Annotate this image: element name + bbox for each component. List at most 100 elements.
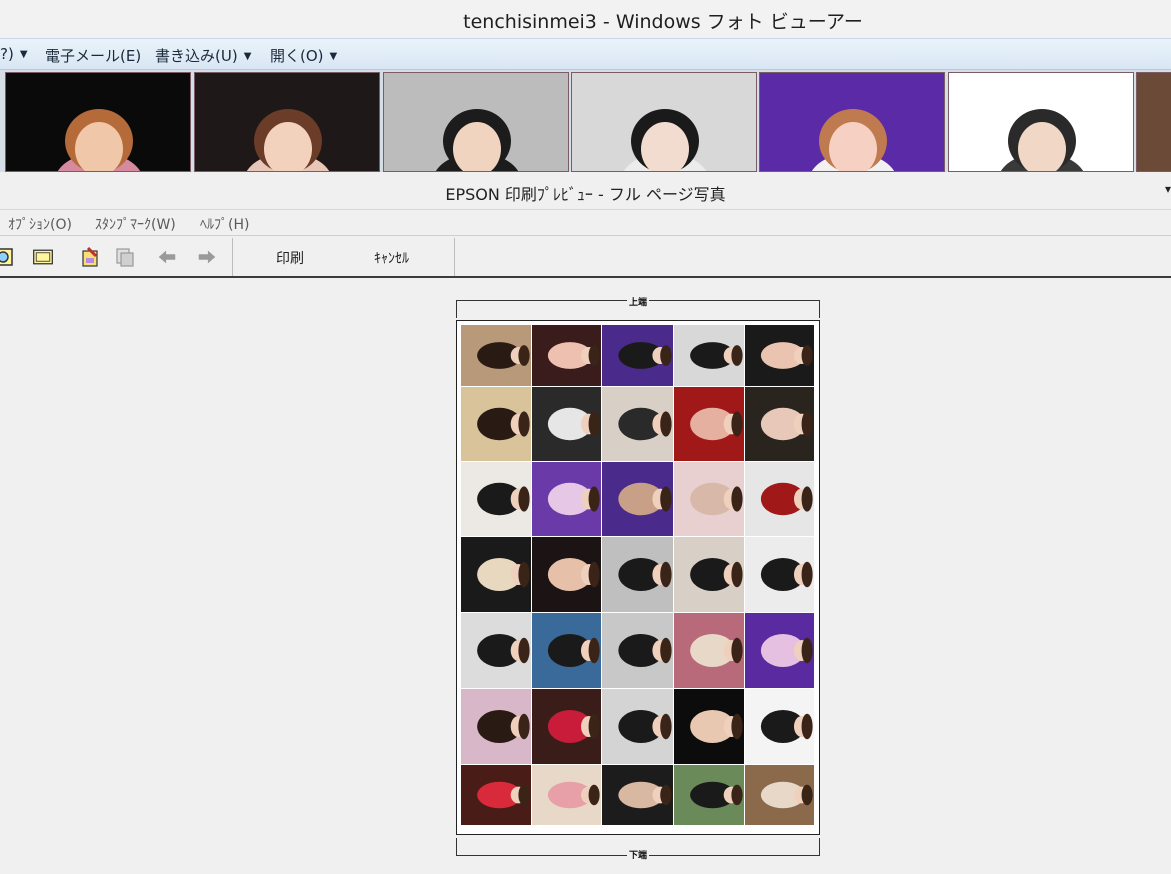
menu-item-email[interactable]: 電子メール(E) <box>45 45 141 66</box>
menu-item-partial[interactable]: ?) ▼ <box>0 45 28 63</box>
print-preview-area: 上端 下端 <box>0 280 1171 874</box>
photo-tile <box>745 325 814 386</box>
photo-tile <box>745 765 814 825</box>
photo-tile-image <box>461 765 531 825</box>
photo-tile <box>532 765 601 825</box>
photo-tile-image <box>674 325 744 386</box>
photo-tile <box>674 765 744 825</box>
photo-tile-image <box>532 613 601 688</box>
chevron-down-icon: ▼ <box>243 51 252 62</box>
thumbnail-photo <box>949 73 1133 171</box>
photo-tile <box>745 462 814 536</box>
thumbnail-photo <box>1137 73 1171 171</box>
thumbnail-strip <box>0 70 1171 172</box>
photo-tile-image <box>532 765 601 825</box>
menu-item-open[interactable]: 開く(O) ▼ <box>270 45 337 66</box>
photo-tile-image <box>461 325 531 386</box>
print-page <box>456 320 820 835</box>
thumbnail[interactable] <box>759 72 945 172</box>
menu-help[interactable]: ﾍﾙﾌﾟ(H) <box>200 214 249 234</box>
top-edge-label: 上端 <box>626 298 649 308</box>
thumbnail[interactable] <box>571 72 757 172</box>
page-copy-icon <box>116 248 134 267</box>
photo-tile-image <box>461 462 531 536</box>
menu-options[interactable]: ｵﾌﾟｼｮﾝ(O) <box>8 214 72 234</box>
thumbnail[interactable] <box>948 72 1134 172</box>
photo-tile-image <box>745 537 814 612</box>
photo-tile <box>532 537 601 612</box>
photo-tile <box>532 387 601 461</box>
photo-tile-image <box>745 613 814 688</box>
photo-tile <box>461 387 531 461</box>
cancel-button[interactable]: ｷｬﾝｾﾙ <box>374 248 409 268</box>
photo-tile <box>532 689 601 764</box>
menu-stamp-mark[interactable]: ｽﾀﾝﾌﾟﾏｰｸ(W) <box>95 214 176 234</box>
photo-tile-image <box>602 613 673 688</box>
epson-title: EPSON 印刷ﾌﾟﾚﾋﾞｭｰ - フル ページ写真 <box>445 185 726 204</box>
thumbnail[interactable] <box>194 72 380 172</box>
photo-viewer-menubar: ?) ▼ 電子メール(E) 書き込み(U) ▼ 開く(O) ▼ <box>0 38 1171 70</box>
thumbnail-photo <box>760 73 944 171</box>
photo-tile <box>532 462 601 536</box>
zoom-icon[interactable] <box>0 246 14 268</box>
thumbnail-photo <box>6 73 190 171</box>
photo-tile <box>461 537 531 612</box>
arrow-left-icon <box>158 250 176 264</box>
photo-tile <box>745 689 814 764</box>
full-page-icon[interactable] <box>32 246 54 268</box>
photo-tile <box>602 765 673 825</box>
photo-tile-image <box>674 689 744 764</box>
thumbnail-photo <box>572 73 756 171</box>
photo-tile-image <box>461 537 531 612</box>
thumbnail[interactable] <box>383 72 569 172</box>
photo-tile-image <box>745 387 814 461</box>
photo-viewer-title: tenchisinmei3 - Windows フォト ビューアー <box>463 11 863 33</box>
photo-tile-image <box>674 387 744 461</box>
photo-tile-image <box>602 325 673 386</box>
photo-tile-image <box>532 325 601 386</box>
toolbar-divider <box>454 238 455 276</box>
photo-tile-image <box>532 462 601 536</box>
photo-tile-image <box>532 689 601 764</box>
chevron-down-icon: ▼ <box>329 51 338 62</box>
photo-tile-image <box>602 689 673 764</box>
photo-tile-image <box>674 613 744 688</box>
photo-tile-image <box>745 765 814 825</box>
photo-tile <box>602 689 673 764</box>
menu-item-burn[interactable]: 書き込み(U) ▼ <box>155 45 251 66</box>
photo-tile-image <box>674 537 744 612</box>
photo-tile-image <box>532 387 601 461</box>
photo-tile-image <box>461 613 531 688</box>
thumbnail-photo <box>384 73 568 171</box>
toolbar-divider <box>232 238 233 276</box>
photo-tile <box>745 387 814 461</box>
photo-tile <box>461 689 531 764</box>
photo-tile-image <box>461 387 531 461</box>
thumbnail[interactable] <box>5 72 191 172</box>
photo-tile-image <box>745 689 814 764</box>
photo-tile-image <box>532 537 601 612</box>
photo-tile <box>674 387 744 461</box>
menu-item-open-label: 開く(O) <box>270 47 324 65</box>
photo-tile-image <box>602 537 673 612</box>
photo-tile <box>745 537 814 612</box>
bottom-edge-label: 下端 <box>626 851 649 861</box>
photo-tile <box>461 765 531 825</box>
photo-tile-image <box>745 325 814 386</box>
epson-toolbar: 印刷 ｷｬﾝｾﾙ <box>0 236 1171 278</box>
photo-tile <box>674 537 744 612</box>
photo-viewer-titlebar: tenchisinmei3 - Windows フォト ビューアー <box>0 0 1171 38</box>
photo-tile <box>602 325 673 386</box>
photo-tile-image <box>674 462 744 536</box>
page-edit-icon[interactable] <box>80 246 102 268</box>
photo-tile <box>461 613 531 688</box>
photo-tile <box>674 325 744 386</box>
photo-tile <box>532 613 601 688</box>
print-button[interactable]: 印刷 <box>276 248 304 268</box>
photo-tile <box>461 462 531 536</box>
photo-tile <box>674 462 744 536</box>
thumbnail[interactable] <box>1136 72 1171 172</box>
epson-menubar: ｵﾌﾟｼｮﾝ(O) ｽﾀﾝﾌﾟﾏｰｸ(W) ﾍﾙﾌﾟ(H) <box>0 210 1171 236</box>
photo-tile-image <box>461 689 531 764</box>
window-menu-icon[interactable]: ▾ <box>1165 182 1171 196</box>
